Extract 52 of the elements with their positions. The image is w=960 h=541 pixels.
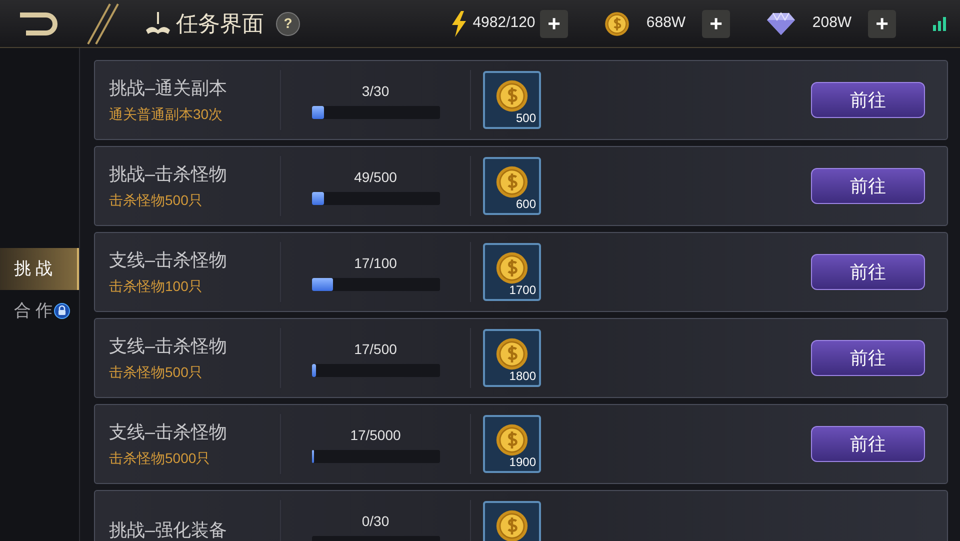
signal-icon: [932, 16, 948, 32]
resource-amount: 688W: [645, 13, 687, 34]
reward-slot[interactable]: 500: [483, 71, 541, 129]
task-title: 挑战–通关副本: [109, 77, 228, 100]
coin-icon: [604, 10, 630, 36]
resource-amount: 208W: [811, 13, 853, 34]
help-button[interactable]: ?: [276, 12, 300, 36]
progress-count: 49/500: [354, 168, 397, 187]
go-button[interactable]: 前往: [811, 168, 925, 204]
task-title: 支线–击杀怪物: [109, 249, 228, 272]
lightning-icon: [450, 10, 468, 36]
task-description: 击杀怪物5000只: [109, 449, 212, 468]
reward-slot[interactable]: 1800: [483, 329, 541, 387]
task-title: 支线–击杀怪物: [109, 421, 228, 444]
task-title: 支线–击杀怪物: [109, 335, 228, 358]
coin-icon: [495, 251, 529, 285]
coin-icon: [495, 509, 529, 541]
reward-amount: 1700: [509, 282, 536, 299]
progress-count: 3/30: [362, 82, 390, 101]
diamond-icon: [766, 12, 796, 36]
add-button[interactable]: +: [540, 10, 568, 38]
reward-amount: 500: [516, 110, 536, 127]
go-button[interactable]: 前往: [811, 254, 925, 290]
task-title: 挑战–击杀怪物: [109, 163, 228, 186]
progress-count: 17/500: [354, 340, 397, 359]
reward-amount: 600: [516, 196, 536, 213]
progress-count: 17/5000: [350, 426, 401, 445]
task-description: 击杀怪物500只: [109, 191, 204, 210]
add-button[interactable]: +: [702, 10, 730, 38]
progress-count: 0/30: [362, 512, 390, 531]
go-button[interactable]: 前往: [811, 426, 925, 462]
coin-icon: [495, 165, 529, 199]
task-description: 击杀怪物100只: [109, 277, 204, 296]
reward-slot[interactable]: 1700: [483, 243, 541, 301]
reward-slot[interactable]: 1900: [483, 415, 541, 473]
page-title: 任务界面: [176, 10, 264, 38]
go-button[interactable]: 前往: [811, 340, 925, 376]
reward-amount: 1800: [509, 368, 536, 385]
go-button[interactable]: 前往: [811, 82, 925, 118]
resource-amount: 4982/120: [472, 13, 536, 34]
reward-amount: 1900: [509, 454, 536, 471]
task-description: 击杀怪物500只: [109, 363, 204, 382]
sidebar-tab[interactable]: 合 作: [0, 290, 79, 332]
coin-icon: [495, 79, 529, 113]
progress-count: 17/100: [354, 254, 397, 273]
sidebar-tab[interactable]: 挑 战: [0, 248, 79, 290]
reward-slot[interactable]: 600: [483, 157, 541, 215]
task-description: 通关普通副本30次: [109, 105, 224, 124]
task-title: 挑战–强化装备: [109, 518, 228, 541]
coin-icon: [495, 337, 529, 371]
coin-icon: [495, 423, 529, 457]
add-button[interactable]: +: [868, 10, 896, 38]
